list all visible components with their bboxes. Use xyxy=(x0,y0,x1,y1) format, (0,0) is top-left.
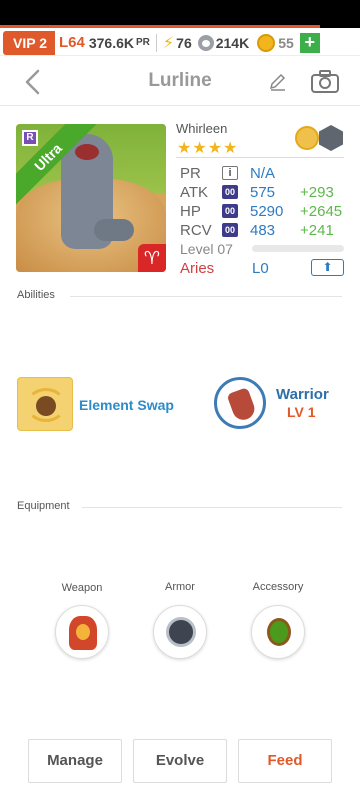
claw-icon xyxy=(226,387,258,423)
accessory-slot[interactable] xyxy=(251,605,305,659)
monster-portrait[interactable]: Ultra R ♈ xyxy=(16,124,166,272)
rarity-badge-icon: R xyxy=(22,130,38,146)
add-currency-button[interactable]: + xyxy=(299,32,320,53)
camera-icon[interactable] xyxy=(310,70,340,94)
stat-value: 5290 xyxy=(250,202,284,220)
stat-value: 483 xyxy=(250,221,276,239)
weapon-slot[interactable] xyxy=(55,605,109,659)
zodiac-aries-icon: ♈ xyxy=(138,244,166,272)
stat-value: N/A xyxy=(250,164,276,182)
info-icon[interactable]: i xyxy=(222,166,238,180)
upgrade-button[interactable]: ⬆ xyxy=(311,259,344,276)
warrior-class-icon[interactable] xyxy=(214,377,266,429)
rock-icon xyxy=(36,396,56,416)
food-value: 214K xyxy=(215,34,250,51)
ability-name[interactable]: Element Swap xyxy=(79,397,174,413)
stat-label: HP xyxy=(180,202,201,220)
stat-bonus: +2645 xyxy=(300,202,343,220)
star-rating: ★★★★ xyxy=(177,140,239,157)
feed-button[interactable]: Feed xyxy=(238,739,332,783)
vip-badge[interactable]: VIP 2 xyxy=(3,30,55,55)
stat-row-atk: ATK 00 575 +293 xyxy=(180,183,334,201)
page-title: Lurline xyxy=(148,70,212,91)
status-accent-line xyxy=(0,25,320,28)
divider xyxy=(176,157,344,158)
stat-row-pr: PR i N/A xyxy=(180,164,290,182)
stat-row-rcv: RCV 00 483 +241 xyxy=(180,221,334,239)
coin-icon xyxy=(257,33,276,52)
energy-value: 76 xyxy=(176,34,192,51)
zodiac-level: L0 xyxy=(252,260,269,277)
resource-bar: VIP 2 L64 376.6K PR ⚡ 76 214K 55 + xyxy=(0,30,360,56)
divider xyxy=(155,33,157,52)
edit-pencil-icon[interactable] xyxy=(268,72,288,92)
armor-slot-label: Armor xyxy=(165,581,195,593)
species-name: Whirleen xyxy=(176,121,228,136)
evolve-button[interactable]: Evolve xyxy=(133,739,227,783)
equipment-section-title: Equipment xyxy=(17,500,70,512)
monster-tail xyxy=(94,219,134,241)
flame-weapon-icon xyxy=(69,616,97,650)
monster-level: Level 07 xyxy=(180,241,233,257)
stat-row-hp: HP 00 5290 +2645 xyxy=(180,202,342,220)
weapon-slot-label: Weapon xyxy=(61,582,103,594)
divider xyxy=(82,507,342,508)
power-value: 376.6K xyxy=(88,34,135,51)
gem-accessory-icon xyxy=(267,618,291,646)
stat-level-icon: 00 xyxy=(222,223,238,237)
page-header: Lurline xyxy=(0,58,360,106)
stat-label: RCV xyxy=(180,221,212,239)
accessory-slot-label: Accessory xyxy=(252,581,304,593)
class-level: LV 1 xyxy=(287,404,316,420)
armor-slot[interactable] xyxy=(153,605,207,659)
rock-element-icon xyxy=(319,125,343,151)
shield-armor-icon xyxy=(166,617,196,647)
level-progress-bar xyxy=(252,245,344,252)
stat-bonus: +241 xyxy=(300,221,334,239)
abilities-section-title: Abilities xyxy=(17,289,55,301)
class-name[interactable]: Warrior xyxy=(276,386,329,403)
light-element-icon xyxy=(295,126,319,150)
stat-level-icon: 00 xyxy=(222,204,238,218)
element-swap-ability-icon[interactable] xyxy=(17,377,73,431)
stat-level-icon: 00 xyxy=(222,185,238,199)
zodiac-name: Aries xyxy=(180,260,215,277)
stat-label: ATK xyxy=(180,183,209,201)
power-unit: PR xyxy=(136,37,150,48)
stat-value: 575 xyxy=(250,183,276,201)
player-level: L64 xyxy=(59,34,85,51)
stat-bonus: +293 xyxy=(300,183,334,201)
system-status-bar xyxy=(0,0,360,28)
element-icons xyxy=(295,124,345,151)
divider xyxy=(70,296,342,297)
manage-button[interactable]: Manage xyxy=(28,739,122,783)
food-paw-icon xyxy=(197,34,214,51)
energy-bolt-icon: ⚡ xyxy=(162,34,175,52)
coin-value: 55 xyxy=(278,34,294,51)
monster-mouth xyxy=(75,144,99,160)
stat-label: PR xyxy=(180,164,201,182)
